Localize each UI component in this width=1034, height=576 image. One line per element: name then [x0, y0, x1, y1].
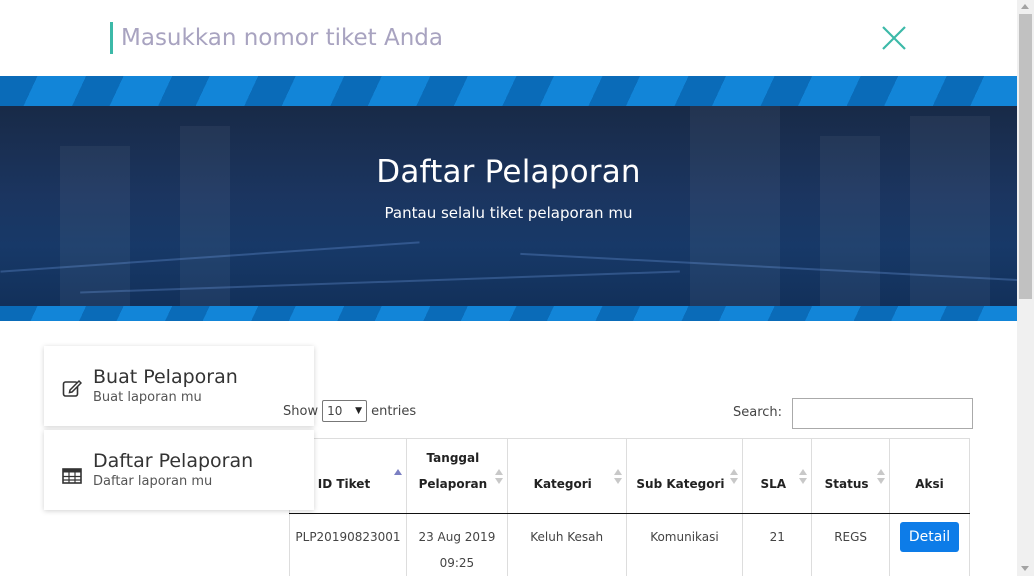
sort-icon — [613, 469, 622, 485]
column-header-sub-kategori[interactable]: Sub Kategori — [625, 438, 744, 514]
entries-label: entries — [371, 403, 417, 419]
page-scrollbar[interactable] — [1017, 0, 1034, 576]
table-header-row: ID Tiket Tanggal Pelaporan Kategori Sub … — [289, 438, 970, 514]
scroll-thumb[interactable] — [1019, 14, 1032, 299]
page-subtitle: Pantau selalu tiket pelaporan mu — [384, 204, 633, 222]
sort-asc-icon — [393, 469, 402, 485]
cell-tanggal-pelaporan: 23 Aug 2019 09:25 — [405, 513, 508, 576]
menu-buat-pelaporan[interactable]: Buat Pelaporan Buat laporan mu — [44, 346, 314, 426]
hero-top-stripes — [0, 76, 1017, 106]
cell-date: 23 Aug 2019 — [418, 530, 496, 544]
edit-icon — [62, 379, 82, 397]
hero-background: Daftar Pelaporan Pantau selalu tiket pel… — [0, 106, 1017, 306]
menu-subtitle: Buat laporan mu — [93, 390, 202, 405]
cell-sla: 21 — [742, 513, 813, 576]
ticket-search-input[interactable] — [110, 22, 810, 54]
scroll-down-arrow-icon[interactable] — [1021, 566, 1029, 571]
sort-icon — [494, 469, 503, 485]
column-header-status[interactable]: Status — [811, 438, 891, 514]
header-label: SLA — [760, 477, 787, 491]
cell-aksi: Detail — [889, 513, 970, 576]
cell-status: REGS — [811, 513, 891, 576]
page-title: Daftar Pelaporan — [376, 154, 641, 190]
table-icon — [62, 468, 82, 484]
header-label-line2: Pelaporan — [418, 477, 488, 491]
header-label: Kategori — [533, 477, 592, 491]
menu-daftar-pelaporan[interactable]: Daftar Pelaporan Daftar laporan mu — [44, 430, 314, 510]
table-search-input[interactable] — [792, 398, 973, 429]
cell-id-tiket: PLP20190823001 — [289, 513, 407, 576]
column-header-kategori[interactable]: Kategori — [506, 438, 627, 514]
entries-length-control: Show 10 ▼ entries — [283, 400, 416, 422]
menu-title: Daftar Pelaporan — [93, 450, 254, 472]
menu-subtitle: Daftar laporan mu — [93, 474, 213, 489]
close-icon[interactable] — [881, 25, 907, 51]
header-label: Aksi — [915, 477, 944, 491]
sort-icon — [799, 469, 808, 485]
hero-bottom-stripes — [0, 306, 1017, 321]
entries-select[interactable]: 10 ▼ — [322, 400, 368, 422]
column-header-tanggal-pelaporan[interactable]: Tanggal Pelaporan — [405, 438, 508, 514]
cell-sub-kategori: Komunikasi — [625, 513, 744, 576]
scroll-up-arrow-icon[interactable] — [1021, 4, 1029, 9]
cell-time: 09:25 — [439, 556, 475, 570]
header-label: ID Tiket — [317, 477, 371, 491]
sort-icon — [730, 469, 739, 485]
header-label-line1: Tanggal — [426, 451, 480, 465]
ticket-search-bar — [0, 0, 1017, 76]
header-label: Status — [824, 477, 869, 491]
column-header-aksi: Aksi — [889, 438, 970, 514]
report-table: ID Tiket Tanggal Pelaporan Kategori Sub … — [289, 438, 970, 576]
hero-banner: Daftar Pelaporan Pantau selalu tiket pel… — [0, 76, 1017, 321]
entries-value: 10 — [327, 404, 343, 418]
table-search-label: Search: — [733, 405, 783, 420]
detail-button[interactable]: Detail — [899, 522, 960, 552]
column-header-sla[interactable]: SLA — [742, 438, 813, 514]
header-label: Sub Kategori — [636, 477, 725, 491]
sort-icon — [877, 469, 886, 485]
table-row: PLP20190823001 23 Aug 2019 09:25 Keluh K… — [289, 513, 970, 576]
menu-title: Buat Pelaporan — [93, 366, 238, 388]
cell-kategori: Keluh Kesah — [506, 513, 627, 576]
chevron-down-icon: ▼ — [355, 406, 363, 416]
show-label: Show — [283, 403, 319, 419]
